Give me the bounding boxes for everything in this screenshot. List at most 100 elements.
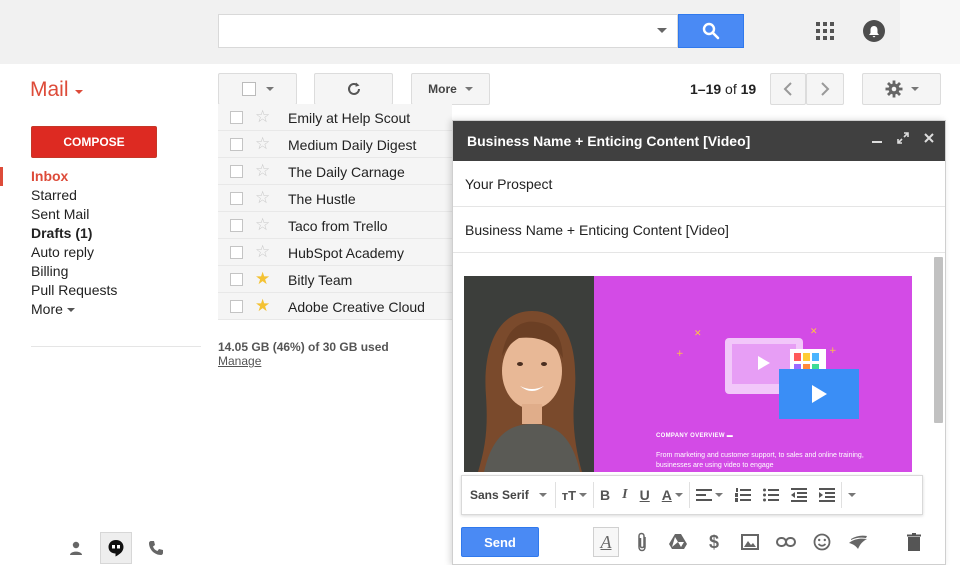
- recipients-field[interactable]: Your Prospect: [453, 161, 945, 207]
- table-row[interactable]: ☆ The Daily Carnage: [218, 158, 452, 185]
- insert-emoji-button[interactable]: [809, 527, 835, 557]
- table-row[interactable]: ☆ HubSpot Academy: [218, 239, 452, 266]
- manage-storage-link[interactable]: Manage: [218, 354, 261, 368]
- row-checkbox[interactable]: [230, 273, 243, 286]
- row-checkbox[interactable]: [230, 246, 243, 259]
- numbered-list-button[interactable]: [729, 482, 757, 508]
- table-row[interactable]: ☆ Medium Daily Digest: [218, 131, 452, 158]
- row-checkbox[interactable]: [230, 138, 243, 151]
- settings-button[interactable]: [862, 73, 941, 105]
- trash-icon: [907, 533, 921, 551]
- star-icon[interactable]: ★: [255, 297, 270, 315]
- search-options-chevron-icon[interactable]: [657, 28, 667, 33]
- star-icon[interactable]: ☆: [255, 162, 270, 180]
- star-icon[interactable]: ★: [255, 270, 270, 288]
- sidebar-item-drafts[interactable]: Drafts (1): [0, 224, 200, 243]
- older-page-button[interactable]: [806, 73, 844, 105]
- newer-page-button[interactable]: [770, 73, 806, 105]
- text-color-button[interactable]: A: [656, 482, 689, 508]
- star-icon[interactable]: ☆: [255, 243, 270, 261]
- row-sender: Emily at Help Scout: [288, 110, 411, 126]
- row-checkbox[interactable]: [230, 111, 243, 124]
- video-thumbnail[interactable]: ✕ ✕ ✕ + + COMPANY OVERVIEW ▬ From market…: [464, 276, 912, 472]
- table-row[interactable]: ☆ The Hustle: [218, 185, 452, 212]
- bold-icon: B: [600, 487, 611, 503]
- notifications-bell-icon[interactable]: [863, 20, 885, 42]
- minimize-icon[interactable]: [871, 132, 883, 144]
- chevron-down-icon: [847, 493, 856, 497]
- select-all-button[interactable]: [218, 73, 297, 105]
- send-button[interactable]: Send: [461, 527, 539, 557]
- contacts-button[interactable]: [60, 532, 92, 564]
- phone-button[interactable]: [140, 532, 172, 564]
- font-size-button[interactable]: ᴛT: [556, 482, 593, 508]
- bold-button[interactable]: B: [594, 482, 616, 508]
- compose-button[interactable]: COMPOSE: [31, 126, 157, 158]
- discard-draft-button[interactable]: [907, 533, 921, 556]
- sidebar-item-sent-mail[interactable]: Sent Mail: [0, 205, 200, 224]
- compose-scrollbar[interactable]: [934, 257, 943, 423]
- row-sender: Adobe Creative Cloud: [288, 299, 425, 315]
- align-button[interactable]: [690, 482, 729, 508]
- table-row[interactable]: ★ Bitly Team: [218, 266, 452, 293]
- star-icon[interactable]: ☆: [255, 189, 270, 207]
- chevron-left-icon: [783, 82, 792, 96]
- row-checkbox[interactable]: [230, 219, 243, 232]
- formatting-options-button[interactable]: A: [593, 527, 619, 557]
- sidebar-item-billing[interactable]: Billing: [0, 262, 200, 281]
- subject-field[interactable]: Business Name + Enticing Content [Video]: [453, 207, 945, 253]
- close-icon[interactable]: [923, 132, 935, 144]
- row-checkbox[interactable]: [230, 165, 243, 178]
- sidebar-item-starred[interactable]: Starred: [0, 186, 200, 205]
- sidebar-item-more[interactable]: More: [0, 300, 200, 319]
- insert-photo-button[interactable]: [737, 527, 763, 557]
- insert-link-button[interactable]: [773, 527, 799, 557]
- star-icon[interactable]: ☆: [255, 135, 270, 153]
- video-promo-panel: ✕ ✕ ✕ + + COMPANY OVERVIEW ▬ From market…: [594, 276, 912, 472]
- send-money-button[interactable]: $: [701, 527, 727, 557]
- chevron-down-icon: [579, 493, 588, 497]
- star-icon[interactable]: ☆: [255, 108, 270, 126]
- page-total: 19: [740, 81, 757, 97]
- refresh-button[interactable]: [314, 73, 393, 105]
- more-actions-button[interactable]: More: [411, 73, 490, 105]
- table-row[interactable]: ☆ Taco from Trello: [218, 212, 452, 239]
- video-caption: From marketing and customer support, to …: [656, 452, 864, 469]
- star-icon[interactable]: ☆: [255, 216, 270, 234]
- search-button[interactable]: [678, 14, 744, 48]
- hangouts-button[interactable]: [100, 532, 132, 564]
- table-row[interactable]: ☆ Emily at Help Scout: [218, 104, 452, 131]
- more-formatting-button[interactable]: [842, 482, 862, 508]
- select-all-checkbox[interactable]: [241, 82, 256, 96]
- compose-header[interactable]: Business Name + Enticing Content [Video]: [453, 121, 945, 161]
- search-input[interactable]: [219, 15, 647, 47]
- bulleted-list-button[interactable]: [757, 482, 785, 508]
- top-bar: [0, 0, 960, 64]
- google-drive-button[interactable]: [665, 527, 691, 557]
- expand-icon[interactable]: [897, 132, 909, 144]
- play-button[interactable]: [779, 369, 859, 419]
- video-extension-button[interactable]: [845, 527, 871, 557]
- sidebar-item-auto-reply[interactable]: Auto reply: [0, 243, 200, 262]
- underline-button[interactable]: U: [634, 482, 656, 508]
- italic-button[interactable]: I: [616, 482, 633, 508]
- apps-grid-icon[interactable]: [816, 22, 834, 40]
- indent-more-button[interactable]: [813, 482, 841, 508]
- font-family-select[interactable]: Sans Serif: [470, 482, 556, 508]
- sidebar-item-pull-requests[interactable]: Pull Requests: [0, 281, 200, 300]
- chevron-down-icon: [714, 493, 723, 497]
- text-color-icon: A: [661, 487, 672, 503]
- message-body[interactable]: ✕ ✕ ✕ + + COMPANY OVERVIEW ▬ From market…: [453, 254, 945, 472]
- svg-text:✕: ✕: [694, 329, 702, 339]
- indent-less-button[interactable]: [785, 482, 813, 508]
- row-checkbox[interactable]: [230, 300, 243, 313]
- mail-app-switcher[interactable]: Mail: [30, 78, 83, 102]
- sidebar-item-inbox[interactable]: Inbox: [0, 167, 200, 186]
- hangouts-icon: [108, 540, 124, 557]
- row-checkbox[interactable]: [230, 192, 243, 205]
- attach-files-button[interactable]: [629, 527, 655, 557]
- table-row[interactable]: ★ Adobe Creative Cloud: [218, 293, 452, 320]
- search-box[interactable]: [218, 14, 678, 48]
- link-icon: [776, 537, 796, 547]
- account-avatar[interactable]: [900, 0, 960, 64]
